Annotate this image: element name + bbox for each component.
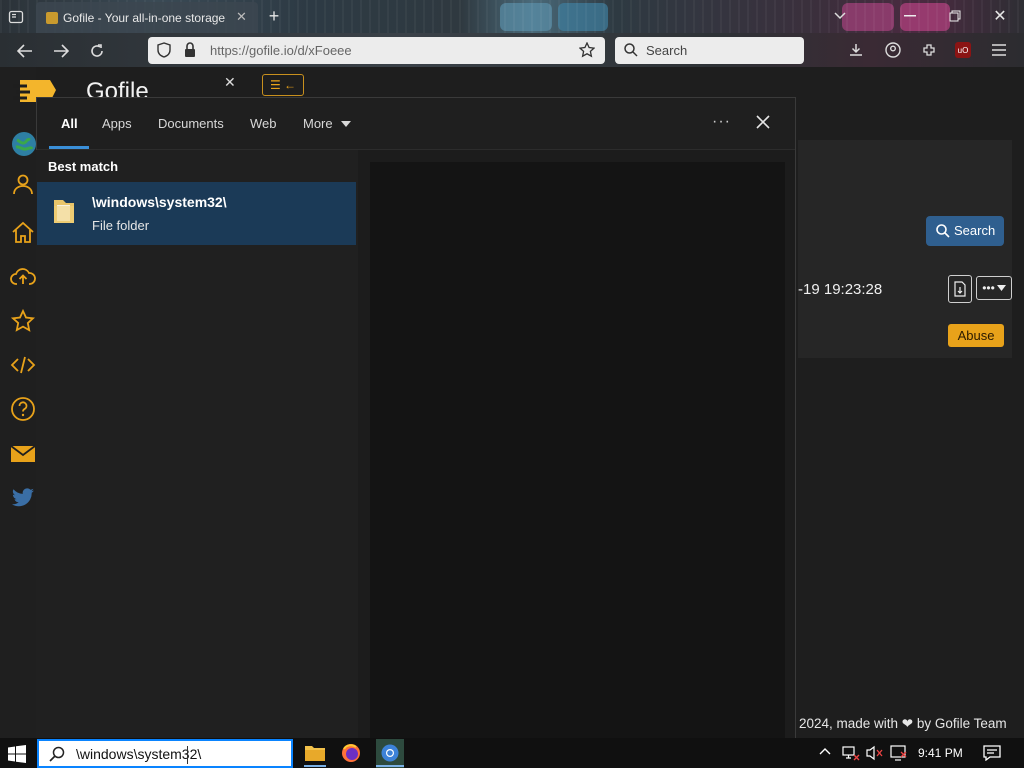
chrome-icon xyxy=(381,744,399,762)
best-match-label: Best match xyxy=(48,159,119,174)
gofile-close-icon[interactable]: ✕ xyxy=(224,74,236,91)
file-download-icon xyxy=(954,281,966,297)
help-icon[interactable] xyxy=(9,395,37,423)
running-indicator xyxy=(376,765,404,767)
abuse-button-label: Abuse xyxy=(957,328,995,343)
tab-all[interactable]: All xyxy=(61,116,78,131)
file-explorer-icon[interactable] xyxy=(305,744,325,762)
download-icon[interactable] xyxy=(846,40,866,60)
favorite-icon[interactable] xyxy=(9,307,37,335)
back-icon[interactable] xyxy=(14,40,36,62)
gofile-search-button[interactable]: Search xyxy=(926,216,1004,246)
folder-icon xyxy=(51,196,77,226)
result-subtitle: File folder xyxy=(92,218,150,233)
user-icon[interactable] xyxy=(9,170,37,198)
result-title: \windows\system32\ xyxy=(92,194,227,210)
network-icon[interactable] xyxy=(842,745,860,761)
sidebar-toggle-button[interactable]: ☰ ← xyxy=(262,74,304,96)
windows-icon[interactable] xyxy=(8,745,26,763)
twitter-icon[interactable] xyxy=(9,484,37,512)
account-icon[interactable] xyxy=(883,40,903,60)
notifications-icon[interactable] xyxy=(983,745,1001,761)
file-date: -19 19:23:28 xyxy=(798,281,883,298)
tab-documents[interactable]: Documents xyxy=(158,116,224,131)
sidebar-icon[interactable] xyxy=(6,7,26,27)
caret-down-icon xyxy=(996,285,1006,291)
globe-icon[interactable] xyxy=(10,130,38,158)
close-icon[interactable] xyxy=(755,114,771,130)
search-icon xyxy=(49,746,65,762)
running-indicator xyxy=(304,765,326,767)
restore-icon[interactable] xyxy=(945,6,965,26)
extensions-icon[interactable] xyxy=(919,40,939,60)
code-icon[interactable] xyxy=(9,351,37,379)
search-placeholder: Search xyxy=(646,43,688,58)
tab-apps[interactable]: Apps xyxy=(102,116,132,131)
list-tabs-icon[interactable] xyxy=(830,6,850,26)
more-options-dropdown[interactable]: ••• xyxy=(976,276,1012,300)
volume-muted-icon[interactable] xyxy=(866,745,884,761)
gofile-logo-text: Gofile xyxy=(86,78,149,98)
footer-text: 2024, made with ❤ by Gofile Team xyxy=(799,716,1007,731)
upload-icon[interactable] xyxy=(9,262,37,290)
tab-close-icon[interactable]: ✕ xyxy=(236,9,247,25)
favicon-icon xyxy=(46,12,58,24)
tab-gofile[interactable]: Gofile - Your all-in-one storage ✕ xyxy=(36,2,258,33)
forward-icon[interactable] xyxy=(50,40,72,62)
clock-time[interactable]: 9:41 PM xyxy=(918,746,963,760)
display-icon[interactable] xyxy=(890,744,908,762)
chrome-taskbar-button[interactable] xyxy=(376,739,404,768)
best-match-result[interactable]: \windows\system32\ File folder xyxy=(37,182,356,245)
chevron-up-icon[interactable] xyxy=(819,747,831,755)
abuse-button[interactable]: Abuse xyxy=(948,324,1004,347)
more-options-icon[interactable]: ··· xyxy=(712,113,731,131)
bookmark-star-icon[interactable] xyxy=(579,42,595,58)
browser-search-input[interactable]: Search xyxy=(615,37,804,64)
preview-area xyxy=(370,162,785,738)
tab-title: Gofile - Your all-in-one storage xyxy=(63,11,226,25)
text-cursor xyxy=(187,746,188,764)
url-bar[interactable]: https://gofile.io/d/xFoeee xyxy=(148,37,605,64)
tab-web[interactable]: Web xyxy=(250,116,277,131)
home-icon[interactable] xyxy=(9,218,37,246)
chevron-down-icon[interactable] xyxy=(341,121,351,127)
taskbar-search-input[interactable]: \windows\system32\ xyxy=(37,739,293,768)
close-window-icon[interactable]: ✕ xyxy=(990,6,1010,26)
new-tab-icon[interactable]: + xyxy=(264,6,284,26)
search-icon xyxy=(936,224,950,238)
minimize-icon[interactable] xyxy=(900,6,920,26)
url-text[interactable]: https://gofile.io/d/xFoeee xyxy=(210,43,352,58)
taskbar-search-query[interactable]: \windows\system32\ xyxy=(76,746,201,762)
search-icon xyxy=(623,42,639,58)
menu-icon[interactable] xyxy=(989,40,1009,60)
search-button-label: Search xyxy=(954,223,996,238)
download-file-button[interactable] xyxy=(948,275,972,303)
mail-icon[interactable] xyxy=(9,440,37,468)
reload-icon[interactable] xyxy=(86,40,108,62)
shield-icon[interactable] xyxy=(156,42,172,58)
lock-icon[interactable] xyxy=(182,42,198,58)
tab-more[interactable]: More xyxy=(303,116,333,131)
firefox-icon[interactable] xyxy=(341,743,361,763)
ublock-icon[interactable]: uO xyxy=(955,42,971,58)
